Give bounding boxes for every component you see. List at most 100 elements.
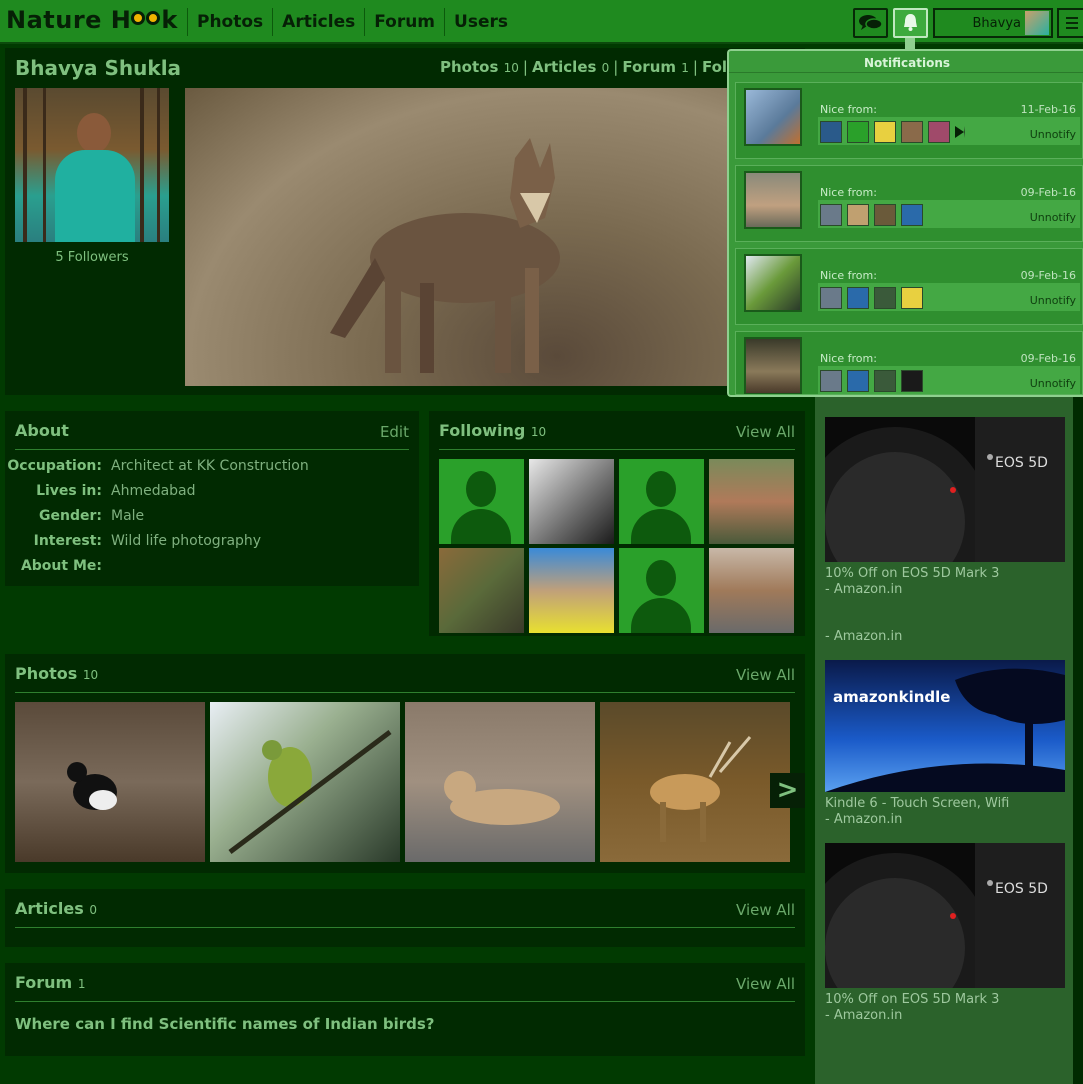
following-avatar[interactable]	[439, 459, 524, 544]
liker-avatar[interactable]	[820, 287, 842, 309]
notification-thumbnail[interactable]	[744, 171, 802, 229]
site-logo[interactable]: Nature H k	[6, 6, 178, 34]
ad-caption[interactable]: 10% Off on EOS 5D Mark 3- Amazon.in	[825, 992, 999, 1024]
following-avatar[interactable]	[529, 459, 614, 544]
following-avatar[interactable]	[619, 459, 704, 544]
nav-articles[interactable]: Articles	[272, 8, 364, 36]
about-panel: About Edit Occupation: Architect at KK Co…	[5, 411, 419, 586]
about-about-me: About Me:	[20, 558, 102, 574]
hamburger-menu-button[interactable]	[1057, 8, 1083, 38]
notification-info: Nice from: 09-Feb-16 Unnotify	[818, 184, 1080, 228]
main-nav: Photos Articles Forum Users	[187, 8, 517, 36]
ad-caption[interactable]: - Amazon.in	[825, 629, 902, 642]
notification-info: Nice from: 09-Feb-16 Unnotify	[818, 350, 1080, 394]
profile-link-forum[interactable]: Forum 1	[622, 58, 689, 76]
photos-view-all[interactable]: View All	[736, 666, 795, 684]
unnotify-link[interactable]: Unnotify	[1030, 128, 1076, 141]
notifications-title: Notifications	[729, 53, 1083, 73]
unnotify-link[interactable]: Unnotify	[1030, 211, 1076, 224]
lioness-image	[444, 771, 560, 825]
liker-avatars	[820, 287, 928, 309]
photos-panel: Photos 10 View All >	[5, 654, 805, 873]
photos-next-button[interactable]: >	[770, 773, 805, 808]
photo-thumbnail[interactable]	[405, 702, 595, 862]
following-grid	[439, 459, 799, 635]
liker-avatar[interactable]	[847, 287, 869, 309]
notification-from: Nice from:	[820, 103, 877, 116]
liker-avatar[interactable]	[820, 204, 842, 226]
unnotify-link[interactable]: Unnotify	[1030, 294, 1076, 307]
profile-link-photos[interactable]: Photos 10	[440, 58, 519, 76]
logo-text-left: Nature H	[6, 6, 132, 34]
notification-item[interactable]: Nice from: 09-Feb-16 Unnotify	[735, 248, 1083, 325]
notification-from: Nice from:	[820, 186, 877, 199]
nav-forum[interactable]: Forum	[364, 8, 444, 36]
forum-view-all[interactable]: View All	[736, 975, 795, 993]
articles-title: Articles 0	[15, 899, 97, 918]
following-avatar[interactable]	[709, 548, 794, 633]
forum-question-link[interactable]: Where can I find Scientific names of Ind…	[15, 1015, 435, 1033]
liker-avatar[interactable]	[874, 204, 896, 226]
liker-avatar[interactable]	[901, 370, 923, 392]
ad-image[interactable]: amazonkindle	[825, 660, 1065, 792]
profile-name: Bhavya Shukla	[15, 56, 182, 80]
liker-avatar[interactable]	[874, 370, 896, 392]
following-view-all[interactable]: View All	[736, 423, 795, 441]
profile-header: Bhavya Shukla Photos 10 | Articles 0 | Forum…	[5, 48, 805, 395]
cover-photo[interactable]	[185, 88, 805, 386]
nav-photos[interactable]: Photos	[187, 8, 272, 36]
notification-thumbnail[interactable]	[744, 337, 802, 394]
following-avatar[interactable]	[619, 548, 704, 633]
followers-count[interactable]: 5 Followers	[15, 250, 169, 265]
profile-stats: Photos 10 | Articles 0 | Forum 1 | Follo	[440, 58, 743, 76]
liker-avatar[interactable]	[901, 121, 923, 143]
liker-avatar[interactable]	[901, 204, 923, 226]
liker-avatar[interactable]	[874, 121, 896, 143]
notification-from: Nice from:	[820, 352, 877, 365]
jackal-image	[330, 138, 560, 373]
user-menu[interactable]: Bhavya	[933, 8, 1053, 38]
play-arrow-icon[interactable]	[955, 126, 965, 138]
liker-avatar[interactable]	[928, 121, 950, 143]
notifications-button[interactable]	[893, 8, 928, 38]
notification-thumbnail[interactable]	[744, 254, 802, 312]
owl-eyes-icon	[131, 10, 161, 30]
liker-avatar[interactable]	[820, 370, 842, 392]
nav-users[interactable]: Users	[444, 8, 517, 36]
about-occupation: Occupation: Architect at KK Construction	[7, 458, 309, 474]
messages-button[interactable]	[853, 8, 888, 38]
liker-avatar[interactable]	[874, 287, 896, 309]
liker-avatar[interactable]	[847, 370, 869, 392]
photo-thumbnail[interactable]	[600, 702, 790, 862]
notification-info: Nice from: 11-Feb-16 Unnotify	[818, 101, 1080, 145]
notification-item[interactable]: Nice from: 11-Feb-16 Unnotify	[735, 82, 1083, 159]
notification-item[interactable]: Nice from: 09-Feb-16 Unnotify	[735, 331, 1083, 395]
liker-avatar[interactable]	[901, 287, 923, 309]
green-pigeon-image	[228, 730, 392, 854]
ad-caption[interactable]: Kindle 6 - Touch Screen, Wifi - Amazon.in	[825, 796, 1009, 828]
photo-thumbnail[interactable]	[210, 702, 400, 862]
liker-avatar[interactable]	[847, 121, 869, 143]
following-avatar[interactable]	[529, 548, 614, 633]
chat-bubbles-icon	[859, 15, 883, 30]
ad-image[interactable]: EOS 5D	[825, 843, 1065, 988]
notification-thumbnail[interactable]	[744, 88, 802, 146]
profile-link-articles[interactable]: Articles 0	[532, 58, 609, 76]
notification-item[interactable]: Nice from: 09-Feb-16 Unnotify	[735, 165, 1083, 242]
following-avatar[interactable]	[709, 459, 794, 544]
liker-avatar[interactable]	[847, 204, 869, 226]
camera-image: EOS 5D	[825, 417, 1065, 562]
ad-image[interactable]: EOS 5D	[825, 417, 1065, 562]
liker-avatar[interactable]	[820, 121, 842, 143]
notification-date: 09-Feb-16	[1020, 352, 1076, 365]
articles-view-all[interactable]: View All	[736, 901, 795, 919]
articles-panel: Articles 0 View All	[5, 889, 805, 947]
following-avatar[interactable]	[439, 548, 524, 633]
edit-about-link[interactable]: Edit	[380, 423, 409, 441]
ad-caption[interactable]: 10% Off on EOS 5D Mark 3- Amazon.in	[825, 566, 999, 598]
unnotify-link[interactable]: Unnotify	[1030, 377, 1076, 390]
following-panel: Following 10 View All	[429, 411, 805, 636]
photo-thumbnail[interactable]	[15, 702, 205, 862]
svg-text:amazonkindle: amazonkindle	[833, 688, 950, 706]
profile-avatar[interactable]	[15, 88, 169, 242]
